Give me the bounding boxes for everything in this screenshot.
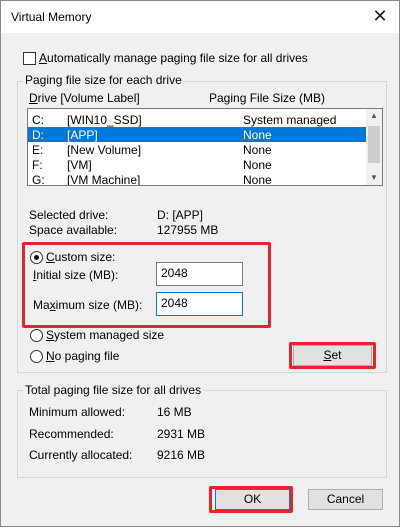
window-title: Virtual Memory <box>11 10 92 24</box>
paging-group-title: Paging file size for each drive <box>23 73 184 87</box>
cancel-button[interactable]: Cancel <box>308 489 383 510</box>
currently-allocated-value: 9216 MB <box>157 448 206 462</box>
total-group-title: Total paging file size for all drives <box>23 383 204 397</box>
selected-drive-value: D: [APP] <box>157 208 204 222</box>
system-managed-label[interactable]: System managed size <box>46 328 164 342</box>
drive-list[interactable]: C: [WIN10_SSD] System managed D: [APP] N… <box>27 108 383 186</box>
drive-letter: G: <box>32 173 45 186</box>
system-managed-radio[interactable] <box>30 329 43 342</box>
drive-volume-label: [VM] <box>67 158 92 172</box>
custom-size-highlight <box>22 242 271 328</box>
column-header-paging-size: Paging File Size (MB) <box>209 91 326 105</box>
drive-row[interactable]: G: [VM Machine] None <box>28 172 367 186</box>
drive-letter: F: <box>32 158 43 172</box>
no-paging-file-label[interactable]: No paging file <box>46 349 119 363</box>
drive-list-scrollbar[interactable]: ▲ ▼ <box>366 109 382 185</box>
recommended-value: 2931 MB <box>157 427 206 441</box>
scroll-thumb[interactable] <box>368 126 380 163</box>
drive-row[interactable]: E: [New Volume] None <box>28 142 367 157</box>
no-paging-file-radio[interactable] <box>30 350 43 363</box>
auto-manage-label[interactable]: Automatically manage paging file size fo… <box>39 51 308 65</box>
close-icon[interactable]: ✕ <box>369 5 391 27</box>
ok-button-highlight <box>209 486 293 513</box>
drive-paging-size: None <box>243 143 272 157</box>
drive-letter: C: <box>32 113 44 127</box>
selected-drive-label: Selected drive: <box>29 208 109 222</box>
drive-paging-size: None <box>243 158 272 172</box>
drive-row-selected[interactable]: D: [APP] None <box>28 127 367 142</box>
space-available-value: 127955 MB <box>157 223 219 237</box>
drive-letter: E: <box>32 143 44 157</box>
title-bar: Virtual Memory ✕ <box>1 1 399 33</box>
drive-volume-label: [VM Machine] <box>67 173 141 186</box>
drive-row[interactable]: F: [VM] None <box>28 157 367 172</box>
currently-allocated-label: Currently allocated: <box>29 448 133 462</box>
column-header-drive: Drive [Volume Label] <box>29 91 140 105</box>
scroll-up-icon[interactable]: ▲ <box>366 109 382 123</box>
drive-volume-label: [New Volume] <box>67 143 142 157</box>
drive-letter: D: <box>32 128 44 142</box>
minimum-allowed-value: 16 MB <box>157 405 192 419</box>
recommended-label: Recommended: <box>29 427 114 441</box>
drive-row[interactable]: C: [WIN10_SSD] System managed <box>28 112 367 127</box>
drive-paging-size: None <box>243 173 272 186</box>
minimum-allowed-label: Minimum allowed: <box>29 405 126 419</box>
drive-paging-size: System managed <box>243 113 337 127</box>
drive-volume-label: [WIN10_SSD] <box>67 113 142 127</box>
scroll-down-icon[interactable]: ▼ <box>366 171 382 185</box>
space-available-label: Space available: <box>29 223 118 237</box>
virtual-memory-dialog: Virtual Memory ✕ Automatically manage pa… <box>0 0 400 527</box>
set-button-highlight <box>289 342 376 369</box>
auto-manage-checkbox[interactable] <box>23 52 36 65</box>
drive-volume-label: [APP] <box>67 128 98 142</box>
drive-paging-size: None <box>243 128 272 142</box>
